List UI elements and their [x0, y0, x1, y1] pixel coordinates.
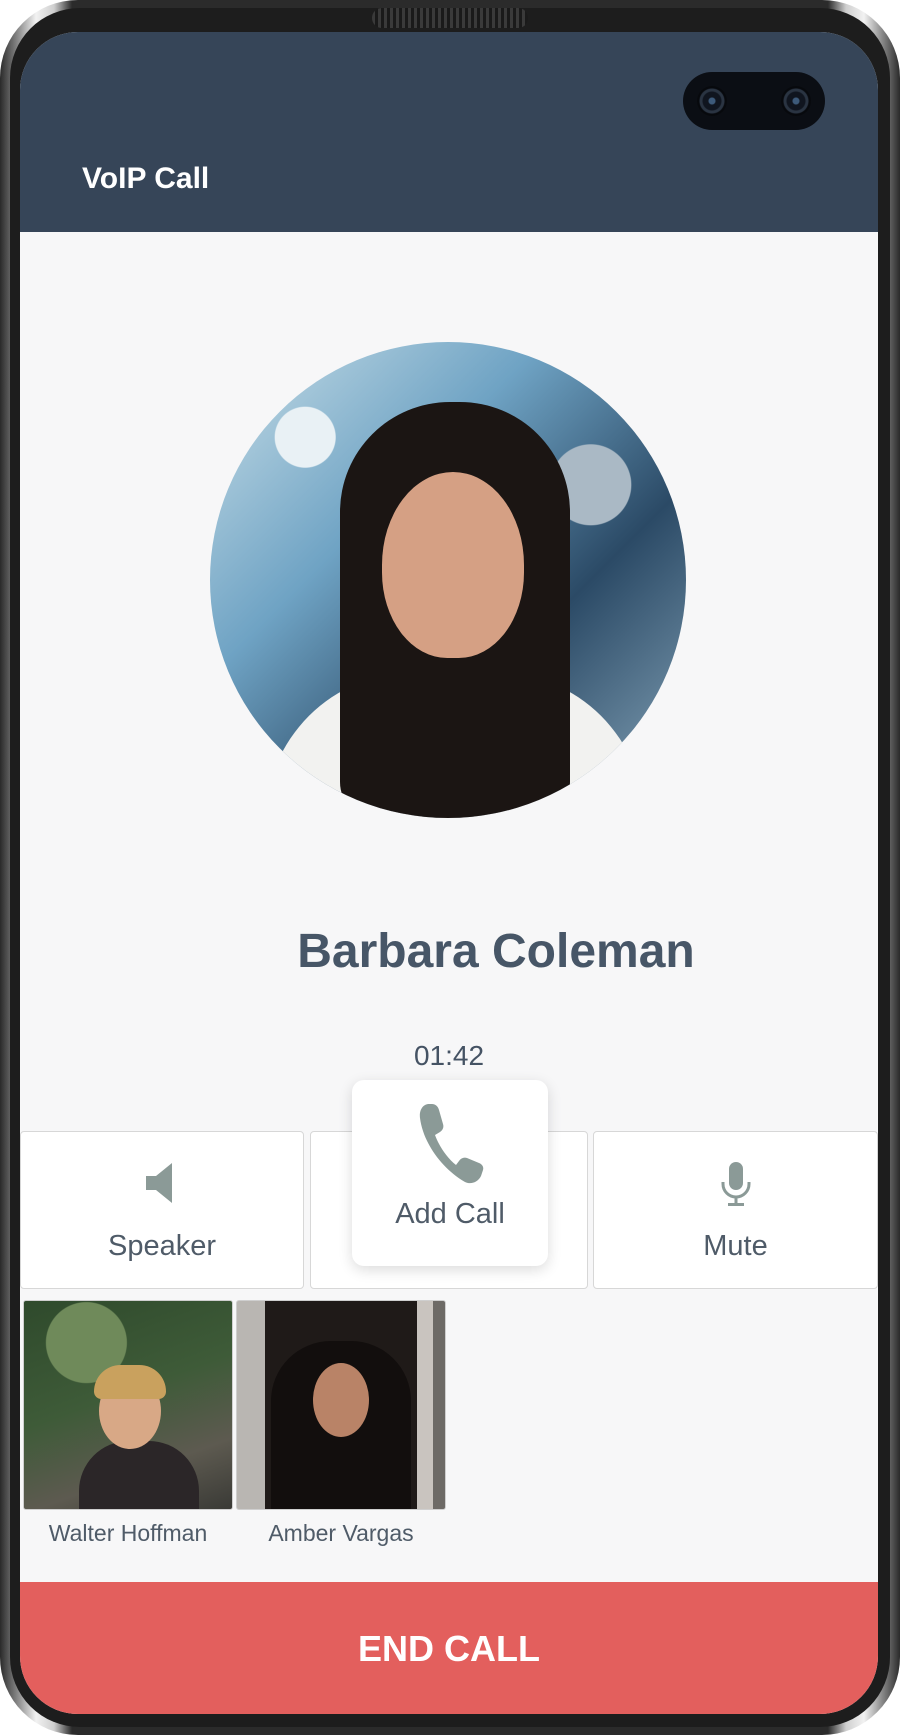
amber-photo: [236, 1300, 446, 1510]
speaker-button[interactable]: Speaker: [20, 1131, 304, 1289]
call-timer: 01:42: [413, 1040, 485, 1071]
walter-body: [79, 1441, 199, 1509]
app-title: VoIP Call: [82, 162, 210, 195]
walter-photo: [23, 1300, 233, 1510]
amber-head: [313, 1363, 369, 1437]
end-call-button[interactable]: END CALL: [20, 1582, 878, 1714]
end-call-label: END CALL: [358, 1628, 540, 1669]
add-call-label: Add Call: [395, 1198, 505, 1230]
earpiece-grill: [372, 8, 528, 28]
app-bar: VoIP Call: [20, 32, 878, 232]
phone-screen: VoIP Call Barbara Coleman 01:42 Speaker: [20, 32, 878, 1714]
phone-frame: VoIP Call Barbara Coleman 01:42 Speaker: [0, 0, 900, 1735]
contact-amber[interactable]: Amber Vargas: [236, 1300, 446, 1547]
add-call-button[interactable]: Add Call: [352, 1080, 548, 1266]
microphone-icon: [721, 1162, 750, 1206]
contact-name: Amber Vargas: [268, 1520, 414, 1546]
phone-icon: [419, 1104, 484, 1184]
avatar-face: [382, 472, 524, 658]
speaker-icon: [146, 1163, 172, 1203]
mute-button[interactable]: Mute: [593, 1131, 878, 1289]
mute-label: Mute: [703, 1230, 768, 1262]
caller-name: Barbara Coleman: [297, 925, 695, 978]
contact-name: Walter Hoffman: [48, 1520, 208, 1546]
front-camera-cutout: [683, 72, 825, 130]
walter-hair: [94, 1365, 166, 1399]
camera-lens-icon: [697, 86, 727, 116]
caller-avatar: [210, 342, 686, 818]
speaker-label: Speaker: [107, 1230, 216, 1262]
camera-lens-icon: [781, 86, 811, 116]
contact-walter[interactable]: Walter Hoffman: [23, 1300, 233, 1547]
